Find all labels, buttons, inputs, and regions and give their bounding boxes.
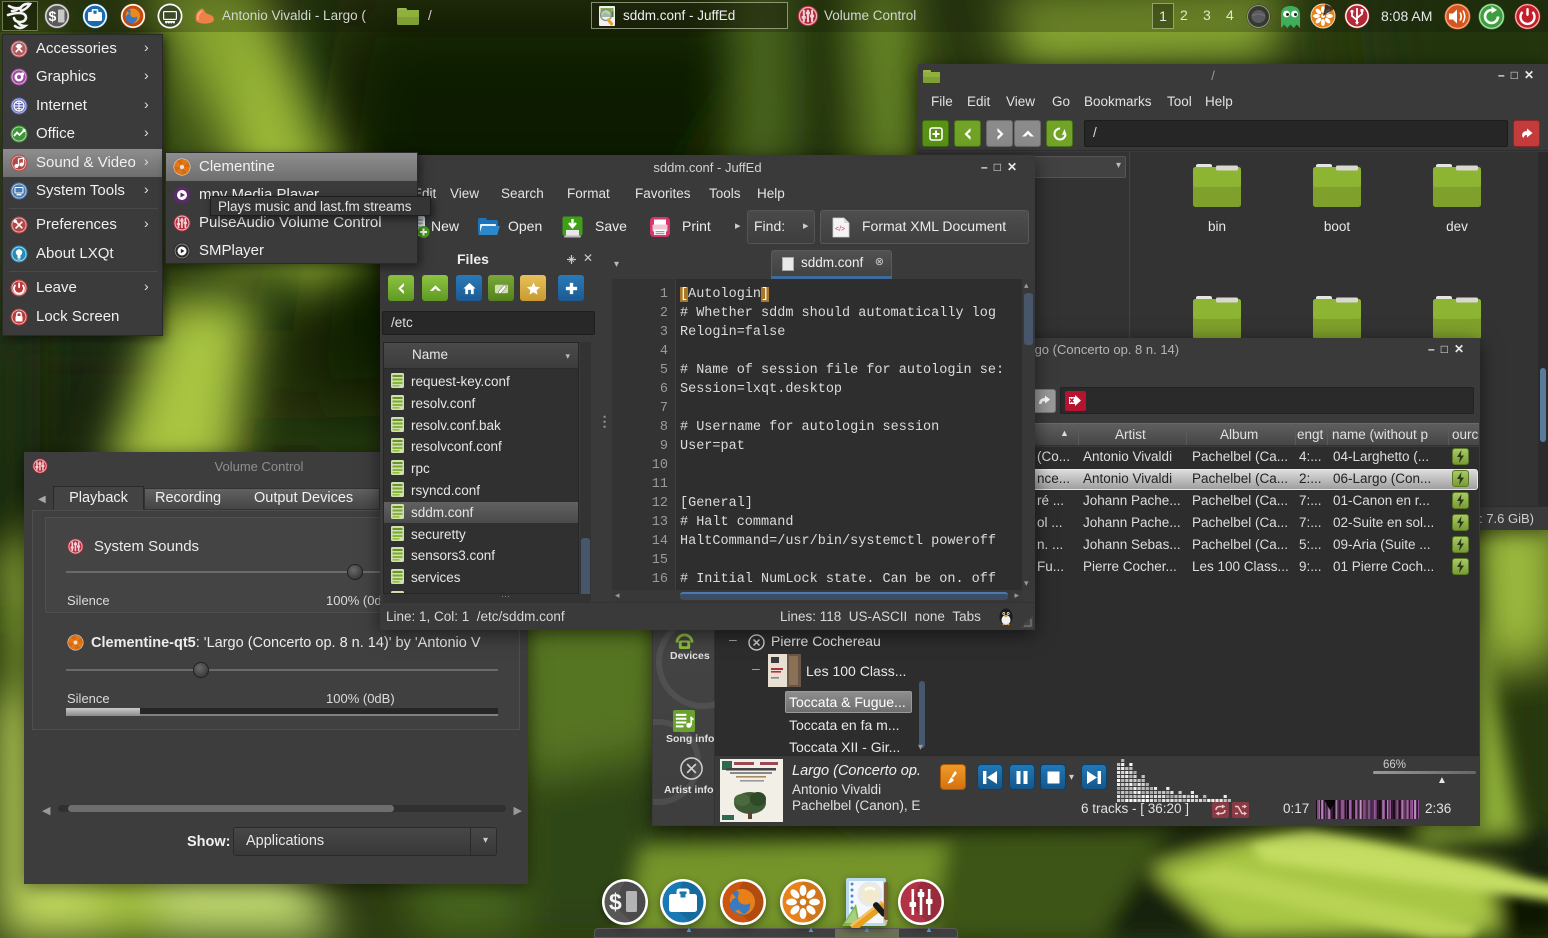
- svg-text:</>: </>: [835, 226, 845, 233]
- svg-text:$: $: [49, 8, 57, 24]
- svg-text:$: $: [609, 889, 622, 915]
